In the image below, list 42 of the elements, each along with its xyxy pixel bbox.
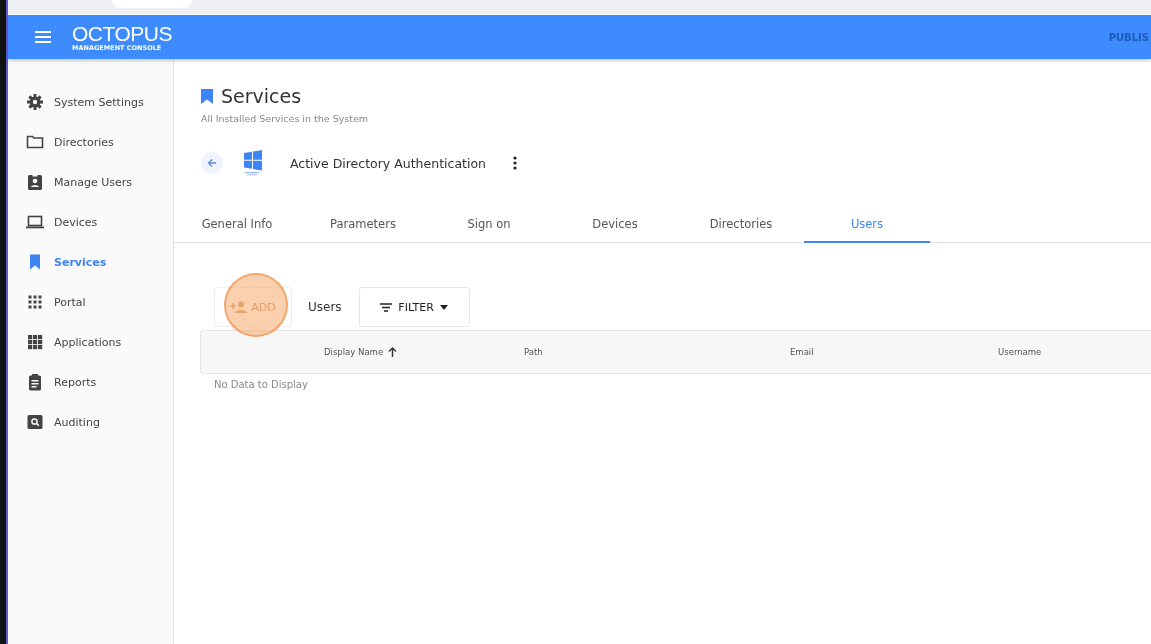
bookmark-icon xyxy=(201,88,213,104)
sidebar-item[interactable]: Auditing xyxy=(8,402,173,442)
laptop-icon xyxy=(26,213,44,231)
sidebar-item[interactable]: Directories xyxy=(8,122,173,162)
tab[interactable]: Sign on xyxy=(426,207,552,243)
clipboard-icon xyxy=(26,373,44,391)
tab[interactable]: Devices xyxy=(552,207,678,243)
tab[interactable]: Directories xyxy=(678,207,804,243)
sidebar-item[interactable]: Reports xyxy=(8,362,173,402)
tab[interactable]: Users xyxy=(804,207,930,243)
sidebar-item[interactable]: Applications xyxy=(8,322,173,362)
column-header[interactable]: Display Name xyxy=(324,347,524,357)
sidebar-item[interactable]: Portal xyxy=(8,282,173,322)
filter-icon xyxy=(380,302,393,312)
page-subtitle: All Installed Services in the System xyxy=(201,113,370,124)
column-header[interactable]: Username xyxy=(998,347,1151,357)
caret-icon xyxy=(439,304,448,310)
add-user-icon xyxy=(230,301,249,313)
windows-logo-icon xyxy=(243,150,263,176)
sidebar-item[interactable]: Manage Users xyxy=(8,162,173,202)
sidebar-item[interactable]: System Settings xyxy=(8,82,173,122)
search-icon xyxy=(26,413,44,431)
sidebar-item[interactable]: Devices xyxy=(8,202,173,242)
more-options-icon[interactable] xyxy=(513,156,517,170)
back-arrow-icon xyxy=(207,158,217,168)
filter-button[interactable]: FILTER xyxy=(358,287,470,327)
badge-icon xyxy=(26,173,44,191)
toolbar-label: Users xyxy=(308,300,342,314)
service-name: Active Directory Authentication xyxy=(290,155,486,171)
empty-message: No Data to Display xyxy=(214,379,309,390)
grid-icon xyxy=(26,333,44,351)
page-title: Services xyxy=(221,85,302,107)
tab[interactable]: Parameters xyxy=(300,207,426,243)
folder-icon xyxy=(26,133,44,151)
back-button[interactable] xyxy=(201,152,223,174)
tab[interactable]: General Info xyxy=(174,207,300,243)
menu-icon[interactable] xyxy=(35,31,51,43)
logo-text: OCTOPUS xyxy=(72,22,172,44)
grid-icon xyxy=(26,293,44,311)
column-header[interactable]: Path xyxy=(524,347,790,357)
column-header[interactable]: Email xyxy=(790,347,998,357)
gear-icon xyxy=(26,93,44,111)
